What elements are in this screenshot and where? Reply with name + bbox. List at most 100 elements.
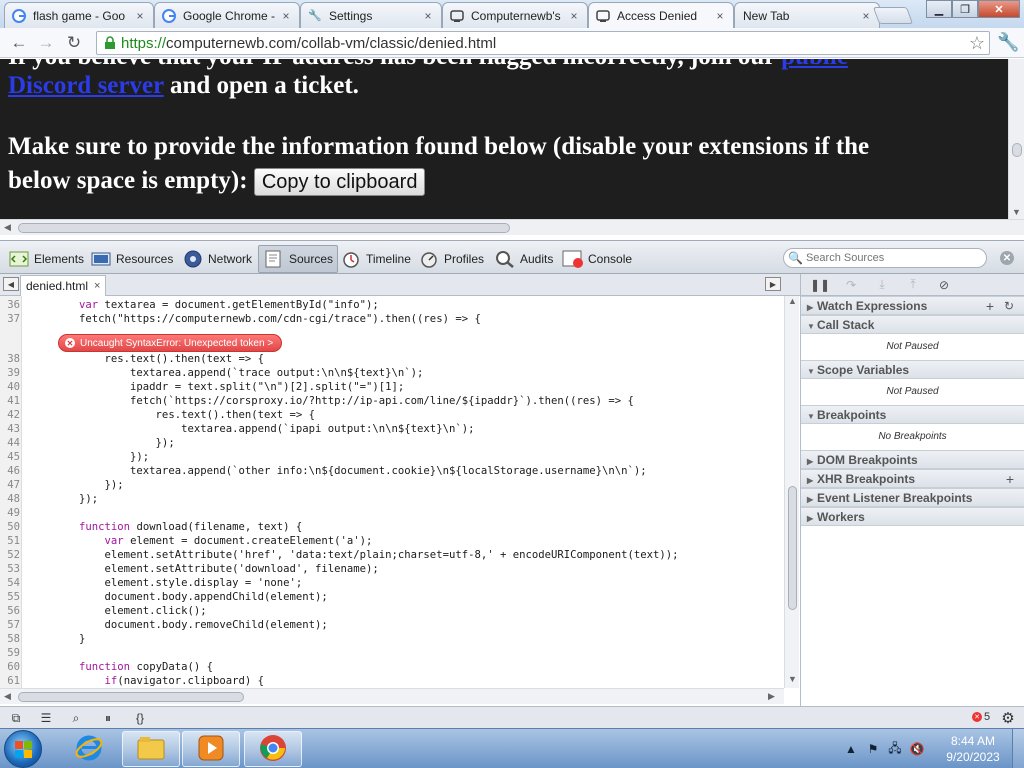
volume-muted-icon[interactable]: 🔇 xyxy=(908,740,926,758)
tab-new-tab[interactable]: New Tab × xyxy=(734,2,880,28)
show-navigator-icon[interactable]: ☰ xyxy=(36,710,56,726)
event-listener-breakpoints-header[interactable]: ▶ Event Listener Breakpoints xyxy=(801,488,1024,507)
scroll-left-arrow-icon[interactable]: ◀ xyxy=(4,691,11,702)
devtab-timeline[interactable]: Timeline xyxy=(336,245,415,273)
taskbar-file-explorer[interactable] xyxy=(122,731,180,767)
devtab-sources[interactable]: Sources xyxy=(258,245,339,273)
discord-server-link[interactable]: Discord server xyxy=(8,72,164,99)
devtab-resources[interactable]: Resources xyxy=(86,245,177,273)
code-line: 56 element.click(); xyxy=(0,604,784,618)
taskbar-media-player[interactable] xyxy=(182,731,240,767)
devtab-elements[interactable]: Elements xyxy=(4,245,88,273)
maximize-button[interactable]: ❐ xyxy=(952,0,978,18)
code-line: 58 } xyxy=(0,632,784,646)
search-icon[interactable]: ⌕ xyxy=(66,710,86,726)
code-line: 50 function download(filename, text) { xyxy=(0,520,784,534)
code-horizontal-scrollbar[interactable]: ◀ ▶ xyxy=(0,688,784,704)
wrench-menu-icon[interactable]: 🔧 xyxy=(997,32,1019,53)
navigator-toggle-icon[interactable]: ◀ xyxy=(3,277,19,291)
page-vertical-scrollbar[interactable]: ▼ xyxy=(1008,59,1024,219)
copy-to-clipboard-button[interactable]: Copy to clipboard xyxy=(253,168,426,197)
add-xhr-breakpoint-icon[interactable]: + xyxy=(1006,470,1014,489)
step-out-icon[interactable]: ⤒ xyxy=(902,276,924,294)
new-tab-button[interactable] xyxy=(872,7,914,24)
devtab-console[interactable]: Console xyxy=(558,245,636,273)
step-over-icon[interactable]: ↷ xyxy=(840,276,862,294)
action-center-flag-icon[interactable]: ⚑ xyxy=(864,740,882,758)
lock-icon xyxy=(101,34,119,52)
error-count-badge[interactable]: ✕ 5 xyxy=(972,711,990,723)
close-icon[interactable]: × xyxy=(713,9,727,23)
tab-computernewb[interactable]: Computernewb's × xyxy=(442,2,588,28)
reload-button[interactable]: ↻ xyxy=(63,32,85,54)
show-desktop-button[interactable] xyxy=(1012,729,1024,768)
devtools-close-icon[interactable]: ✕ xyxy=(1000,251,1014,265)
system-clock[interactable]: 8:44 AM 9/20/2023 xyxy=(938,733,1008,765)
watch-expressions-header[interactable]: ▶ Watch Expressions + ↻ xyxy=(801,296,1024,315)
code-hscroll-thumb[interactable] xyxy=(18,692,244,702)
settings-gear-icon[interactable]: ⚙ xyxy=(998,710,1018,727)
search-sources-input[interactable] xyxy=(805,252,986,264)
taskbar-internet-explorer[interactable] xyxy=(60,731,118,767)
scroll-down-arrow-icon[interactable]: ▼ xyxy=(788,674,797,684)
code-vertical-scrollbar[interactable]: ▲ ▼ xyxy=(784,296,799,688)
page-vscroll-thumb[interactable] xyxy=(1012,143,1022,157)
back-button[interactable]: ← xyxy=(8,32,30,54)
public-link[interactable]: public xyxy=(781,59,848,70)
tab-flash-game[interactable]: flash game - Goo × xyxy=(4,2,154,28)
close-icon[interactable]: × xyxy=(567,9,581,23)
code-vscroll-thumb[interactable] xyxy=(788,486,797,610)
network-status-icon[interactable]: 🖧 xyxy=(886,740,904,758)
step-into-icon[interactable]: ⤓ xyxy=(871,276,893,294)
page-hscroll-thumb[interactable] xyxy=(18,223,510,233)
discord-line: Discord server and open a ticket. xyxy=(8,72,359,99)
bookmark-star-icon[interactable]: ☆ xyxy=(969,33,985,54)
dom-breakpoints-header[interactable]: ▶ DOM Breakpoints xyxy=(801,450,1024,469)
start-button[interactable] xyxy=(4,730,42,768)
code-editor[interactable]: 36 var textarea = document.getElementByI… xyxy=(0,296,784,688)
scope-variables-header[interactable]: ▼ Scope Variables xyxy=(801,360,1024,379)
syntax-error-bubble[interactable]: ✕ Uncaught SyntaxError: Unexpected token… xyxy=(58,334,283,352)
address-bar[interactable]: https://computernewb.com/collab-vm/class… xyxy=(96,31,990,55)
devtab-audits[interactable]: Audits xyxy=(490,245,557,273)
close-icon[interactable]: × xyxy=(421,9,435,23)
forward-button[interactable]: → xyxy=(35,32,57,54)
close-window-button[interactable]: ✕ xyxy=(978,0,1020,18)
page-horizontal-scrollbar[interactable]: ◀ xyxy=(0,219,1024,235)
scroll-right-arrow-icon[interactable]: ▶ xyxy=(768,691,775,702)
breakpoints-header[interactable]: ▼ Breakpoints xyxy=(801,405,1024,424)
file-tab-denied-html[interactable]: denied.html × xyxy=(20,275,107,296)
deactivate-breakpoints-icon[interactable]: ⊘ xyxy=(933,276,955,294)
close-icon[interactable]: × xyxy=(859,9,873,23)
code-line: 47 }); xyxy=(0,478,784,492)
pause-on-exceptions-icon[interactable]: ⏸ xyxy=(98,710,118,726)
close-icon[interactable]: × xyxy=(133,9,147,23)
devtab-profiles[interactable]: Profiles xyxy=(414,245,488,273)
tab-settings[interactable]: 🔧 Settings × xyxy=(300,2,442,28)
close-icon[interactable]: × xyxy=(279,9,293,23)
dock-icon[interactable]: ⧉ xyxy=(6,710,26,726)
add-watch-icon[interactable]: + xyxy=(986,297,994,316)
refresh-icon[interactable]: ↻ xyxy=(1004,297,1014,316)
close-icon[interactable]: × xyxy=(94,280,100,292)
code-text: res.text().then(text => { xyxy=(28,409,316,421)
line-number: 41 xyxy=(7,395,20,407)
scroll-left-arrow-icon[interactable]: ◀ xyxy=(4,222,11,233)
devtab-network[interactable]: Network xyxy=(178,245,256,273)
xhr-breakpoints-header[interactable]: ▶ XHR Breakpoints + xyxy=(801,469,1024,488)
search-sources-field[interactable]: 🔍 xyxy=(783,248,987,268)
tab-google-chrome[interactable]: Google Chrome - × xyxy=(154,2,300,28)
show-hidden-icons-icon[interactable]: ▲ xyxy=(842,740,860,758)
scroll-down-arrow-icon[interactable]: ▼ xyxy=(1012,207,1021,217)
tab-access-denied[interactable]: Access Denied × xyxy=(588,2,734,29)
taskbar-google-chrome[interactable] xyxy=(244,731,302,767)
minimize-button[interactable]: ▁ xyxy=(926,0,952,18)
line-number: 57 xyxy=(7,619,20,631)
call-stack-header[interactable]: ▼ Call Stack xyxy=(801,315,1024,334)
code-line: 49 xyxy=(0,506,784,520)
pause-icon[interactable]: ❚❚ xyxy=(809,276,831,294)
workers-header[interactable]: ▶ Workers xyxy=(801,507,1024,526)
scroll-up-arrow-icon[interactable]: ▲ xyxy=(788,296,797,306)
pretty-print-icon[interactable]: {} xyxy=(130,710,150,726)
debugger-toggle-icon[interactable]: ▶ xyxy=(765,277,781,291)
